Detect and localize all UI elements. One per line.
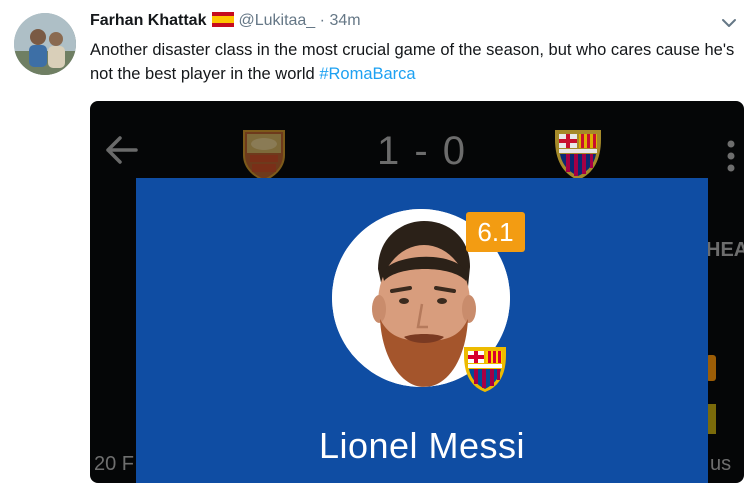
background-label-left-bottom: 20 F [94,453,135,475]
more-options-icon [726,139,736,178]
player-name: Lionel Messi [318,425,526,466]
spain-flag-icon [212,12,235,27]
player-rating-card: 6.1 Lionel Messi [136,178,708,483]
author-avatar[interactable] [14,13,76,75]
tweet-header: Farhan Khattak @Lukitaa_ · 34m [90,11,361,31]
background-label-hea: HEA [706,239,744,261]
separator-dot: · [319,12,325,29]
fc-barcelona-badge-icon [462,345,508,398]
back-arrow-icon [104,135,138,170]
author-name[interactable]: Farhan Khattak [90,12,206,29]
tweet-media-image[interactable]: 1 - 0 HEA 20 F us 6.1 Lionel Messi [90,101,744,483]
hashtag-link[interactable]: #RomaBarca [319,65,415,83]
chevron-down-icon[interactable] [720,14,738,32]
match-score: 1 - 0 [376,129,468,173]
player-rating-badge: 6.1 [466,212,525,252]
tweet-timestamp[interactable]: 34m [329,12,360,29]
background-label-right-bottom: us [710,453,732,475]
author-handle[interactable]: @Lukitaa_ [238,12,315,29]
tweet-text: Another disaster class in the most cruci… [90,38,740,86]
